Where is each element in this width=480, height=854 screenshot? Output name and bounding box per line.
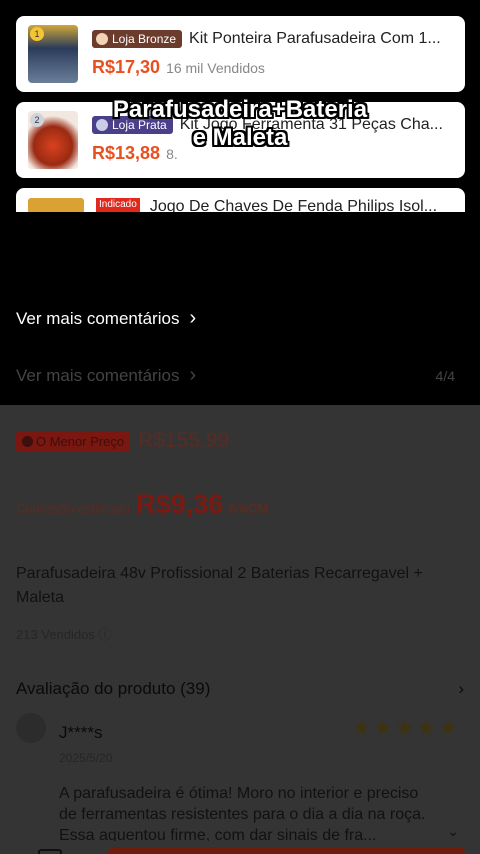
store-badge: Loja Bronze bbox=[92, 30, 183, 48]
page-indicator: 4/4 bbox=[435, 368, 455, 384]
rank-badge: 1 bbox=[30, 27, 44, 41]
product-name: Parafusadeira 48v Profissional 2 Bateria… bbox=[16, 565, 423, 606]
sold-count: 213 Vendidos ⓘ bbox=[16, 627, 112, 642]
star-icon: ★ bbox=[351, 715, 372, 740]
price-tag-icon bbox=[22, 435, 33, 447]
product-thumbnail: 1 bbox=[28, 25, 78, 83]
primary-action-button[interactable] bbox=[108, 847, 465, 854]
rating-stars: ★ ★ ★ ★ ★ bbox=[349, 715, 458, 741]
star-icon: ★ bbox=[394, 715, 415, 740]
star-icon: ★ bbox=[416, 715, 437, 740]
medal-icon bbox=[96, 33, 108, 45]
product-card[interactable]: 1 Loja Bronze Kit Ponteira Parafusadeira… bbox=[16, 16, 465, 92]
product-title: Jogo De Chaves De Fenda Philips Isol... bbox=[149, 198, 438, 212]
reviewer-name: J****s bbox=[59, 723, 103, 742]
product-thumbnail bbox=[28, 198, 84, 212]
review-text: A parafusadeira é ótima! Moro no interio… bbox=[59, 785, 426, 841]
avatar bbox=[16, 713, 46, 743]
product-title: Kit Ponteira Parafusadeira Com 1... bbox=[189, 30, 441, 47]
see-more-comments-link-dim[interactable]: Ver mais comentários › bbox=[16, 364, 196, 387]
chevron-right-icon: › bbox=[189, 307, 197, 329]
info-icon[interactable]: ⓘ bbox=[98, 627, 111, 642]
product-detail-page: O Menor Preço R$155,99 Comissão estimada… bbox=[0, 405, 480, 854]
product-price: R$17,30 bbox=[92, 57, 161, 77]
store-icon[interactable] bbox=[38, 849, 62, 854]
chevron-right-icon: › bbox=[458, 679, 464, 698]
see-more-comments-link[interactable]: Ver mais comentários › bbox=[16, 307, 196, 330]
chevron-down-icon[interactable]: ⌄ bbox=[447, 823, 459, 840]
reviews-header[interactable]: Avaliação do produto (39) › bbox=[16, 679, 464, 699]
commission-value: R$9,36 bbox=[136, 489, 224, 519]
recommended-tag: Indicado bbox=[96, 198, 140, 212]
video-caption: Parafusadeira+Bateria e Maleta bbox=[112, 96, 368, 151]
product-price: R$155,99 bbox=[138, 429, 230, 452]
commission-percent: 6%CM bbox=[229, 501, 269, 516]
review-date: 2025/5/20 bbox=[59, 751, 113, 765]
sold-count: 16 mil Vendidos bbox=[166, 60, 265, 76]
star-icon: ★ bbox=[373, 715, 393, 740]
star-icon: ★ bbox=[438, 715, 458, 740]
bottom-action-bar bbox=[0, 844, 480, 854]
product-card-partial[interactable]: Indicado Jogo De Chaves De Fenda Philips… bbox=[16, 188, 465, 212]
lowest-price-badge: O Menor Preço bbox=[16, 430, 131, 452]
commission-row: Comissão estimada R$9,36 6%CM bbox=[16, 489, 269, 519]
chevron-right-icon: › bbox=[189, 364, 197, 386]
video-overlay: 1 Loja Bronze Kit Ponteira Parafusadeira… bbox=[0, 0, 480, 405]
